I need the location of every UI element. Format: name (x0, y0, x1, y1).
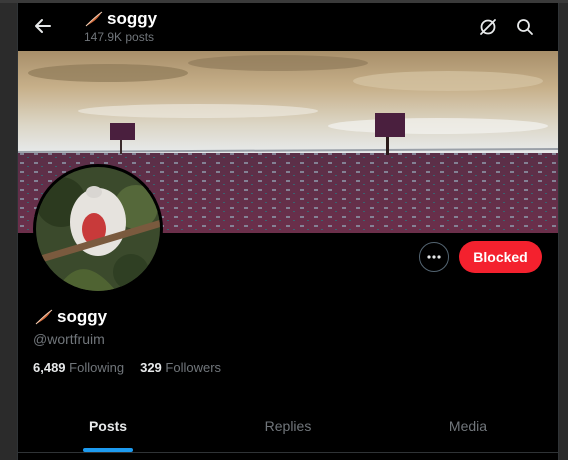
tab-media[interactable]: Media (378, 399, 558, 452)
profile-tabs: Posts Replies Media (18, 399, 558, 453)
header-title-block: soggy 147.9K posts (84, 9, 157, 44)
following-link[interactable]: 6,489 Following (33, 360, 124, 375)
back-button[interactable] (30, 13, 56, 39)
followers-link[interactable]: 329 Followers (140, 360, 221, 375)
header-name: soggy (107, 9, 158, 28)
following-count: 6,489 (33, 360, 66, 375)
active-tab-indicator (83, 448, 133, 452)
more-horizontal-icon (427, 255, 441, 259)
search-button[interactable] (515, 17, 535, 37)
user-handle: @wortfruim (33, 331, 105, 347)
avatar-image (36, 167, 160, 291)
follow-stats: 6,489 Following 329 Followers (33, 360, 221, 375)
profile-header: soggy 147.9K posts (18, 3, 558, 51)
posts-count: 147.9K posts (84, 30, 155, 44)
header-title: soggy (84, 9, 157, 29)
display-name-row: soggy (34, 307, 107, 327)
followers-label: Followers (165, 360, 222, 375)
followers-count: 329 (140, 360, 162, 375)
following-label: Following (69, 360, 125, 375)
search-icon (517, 19, 533, 35)
tab-posts-label: Posts (88, 417, 128, 434)
tab-replies[interactable]: Replies (198, 399, 378, 452)
feather-icon (35, 309, 53, 325)
tab-posts[interactable]: Posts (18, 399, 198, 452)
bell-off-icon (480, 19, 496, 35)
profile-page: soggy 147.9K posts Blocked soggy @wortfr… (17, 3, 559, 460)
feather-icon (85, 11, 103, 27)
tab-replies-label: Replies (264, 417, 312, 434)
display-name: soggy (57, 307, 108, 326)
more-options-button[interactable] (419, 242, 449, 272)
arrow-left-icon (35, 19, 51, 33)
next-post-preview (18, 453, 558, 460)
blocked-button[interactable]: Blocked (459, 241, 542, 273)
notifications-button[interactable] (478, 17, 498, 37)
profile-avatar[interactable] (33, 164, 163, 294)
tab-media-label: Media (448, 417, 488, 434)
